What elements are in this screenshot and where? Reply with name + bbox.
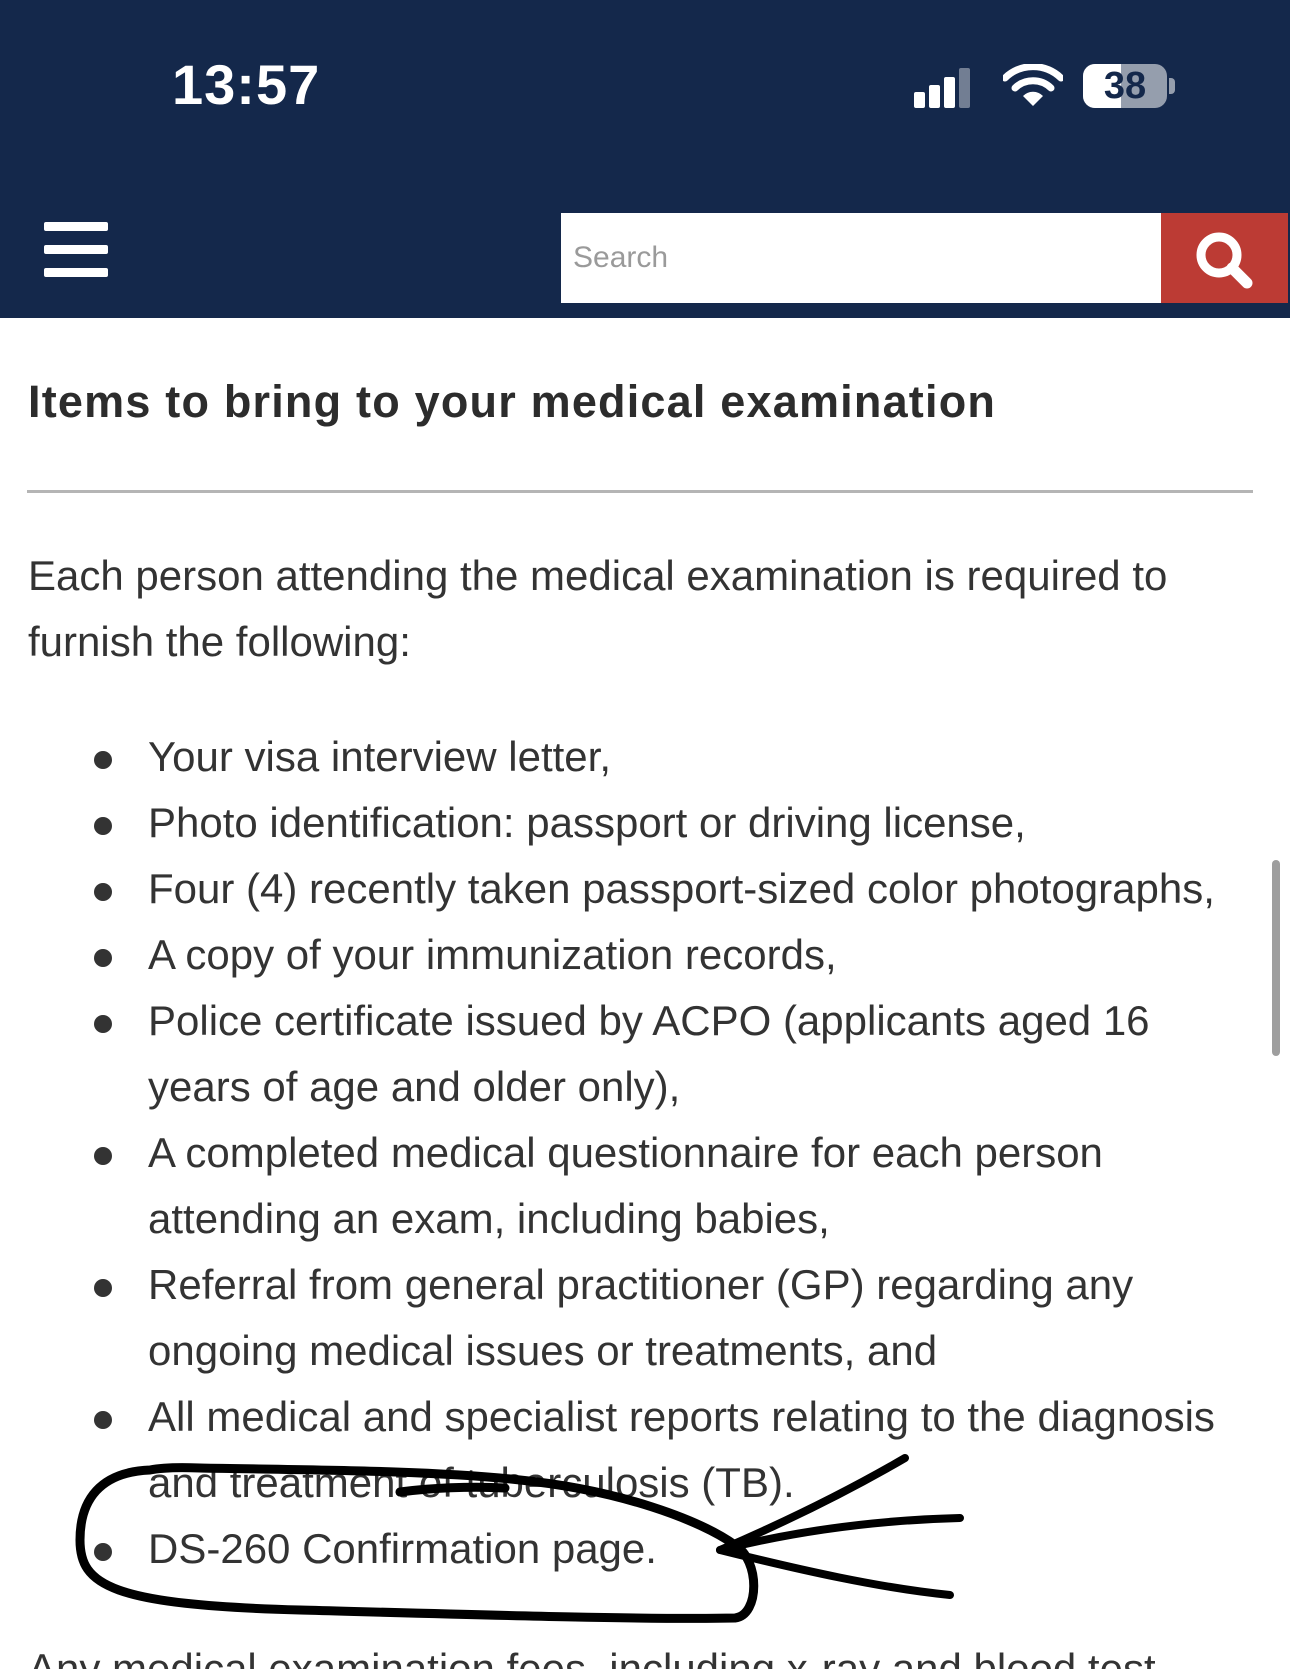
- bullet: [94, 1279, 112, 1297]
- heading-divider: [27, 490, 1253, 493]
- magnifier-icon: [1196, 232, 1253, 289]
- search-input[interactable]: [561, 213, 1161, 303]
- next-paragraph: Any medical examination fees, including …: [28, 1645, 1156, 1669]
- list-item: Four (4) recently taken passport-sized c…: [0, 856, 1258, 922]
- bullet: [94, 1411, 112, 1429]
- app-header: 13:57 38: [0, 0, 1290, 318]
- cellular-signal-icon: [914, 66, 970, 108]
- list-item: A completed medical questionnaire for ea…: [0, 1120, 1258, 1252]
- article-content: Items to bring to your medical examinati…: [0, 318, 1290, 1669]
- list-item-ds260: DS-260 Confirmation page.: [0, 1516, 1258, 1582]
- list-item: Your visa interview letter,: [0, 724, 1258, 790]
- section-heading: Items to bring to your medical examinati…: [28, 376, 997, 427]
- bullet: [94, 1015, 112, 1033]
- items-list: Your visa interview letter, Photo identi…: [0, 724, 1290, 1582]
- hamburger-icon[interactable]: [44, 222, 108, 278]
- bullet: [94, 1543, 112, 1561]
- scrollbar[interactable]: [1272, 860, 1280, 1056]
- bullet: [94, 949, 112, 967]
- search-button[interactable]: [1161, 213, 1288, 303]
- wifi-icon: [1003, 64, 1063, 106]
- list-item: A copy of your immunization records,: [0, 922, 1258, 988]
- list-item: All medical and specialist reports relat…: [0, 1384, 1258, 1516]
- list-item: Police certificate issued by ACPO (appli…: [0, 988, 1258, 1120]
- bullet: [94, 817, 112, 835]
- list-item: Photo identification: passport or drivin…: [0, 790, 1258, 856]
- bullet: [94, 883, 112, 901]
- intro-paragraph: Each person attending the medical examin…: [28, 552, 1168, 665]
- battery-percentage: 38: [1103, 65, 1147, 107]
- battery-tip: [1169, 78, 1175, 94]
- status-time: 13:57: [172, 53, 321, 116]
- list-item: Referral from general practitioner (GP) …: [0, 1252, 1258, 1384]
- bullet: [94, 1147, 112, 1165]
- bullet: [94, 751, 112, 769]
